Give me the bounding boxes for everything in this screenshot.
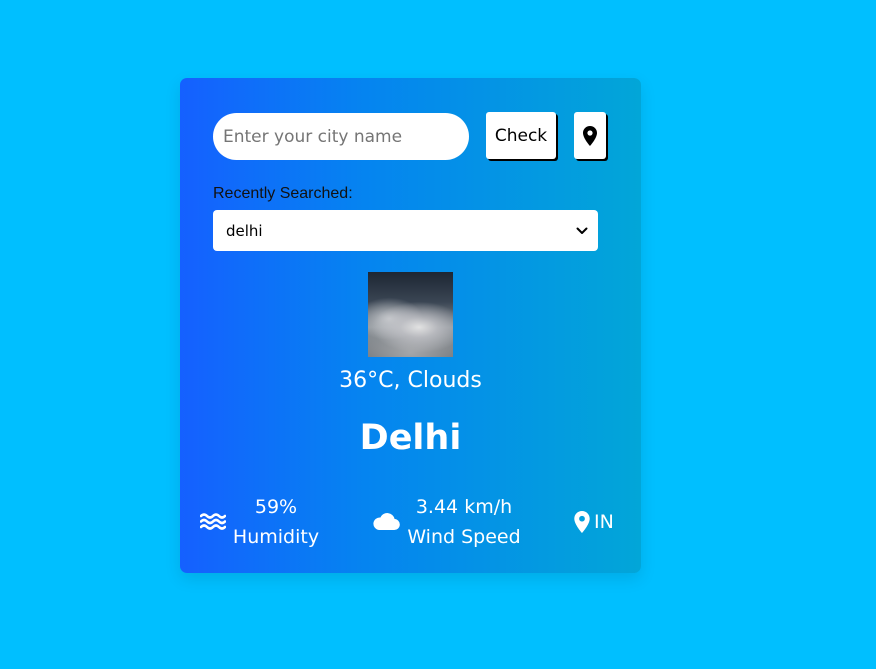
city-name-heading: Delhi bbox=[359, 418, 462, 458]
recently-searched-select[interactable]: delhi bbox=[213, 210, 598, 251]
recently-searched-label: Recently Searched: bbox=[213, 185, 353, 202]
humidity-stat: 59% Humidity bbox=[224, 492, 328, 552]
country-code: IN bbox=[594, 511, 614, 533]
chevron-down-icon bbox=[576, 227, 588, 235]
city-search-input[interactable] bbox=[213, 113, 469, 160]
wind-speed-value: 3.44 km/h bbox=[415, 496, 513, 518]
current-location-button[interactable] bbox=[574, 112, 606, 159]
map-marker-icon bbox=[573, 510, 591, 534]
wind-speed-label: Wind Speed bbox=[407, 526, 521, 548]
weather-card: Check Recently Searched: delhi 36°C, Clo… bbox=[180, 78, 641, 573]
weather-condition-image bbox=[368, 272, 453, 357]
check-button[interactable]: Check bbox=[486, 112, 556, 159]
map-marker-icon bbox=[583, 125, 597, 146]
wind-speed-stat: 3.44 km/h Wind Speed bbox=[396, 492, 532, 552]
temperature-condition-text: 36°C, Clouds bbox=[339, 368, 482, 393]
humidity-value: 59% bbox=[254, 496, 298, 518]
recently-searched-selected-value: delhi bbox=[226, 221, 263, 240]
humidity-label: Humidity bbox=[232, 526, 320, 548]
water-waves-icon bbox=[200, 510, 226, 532]
